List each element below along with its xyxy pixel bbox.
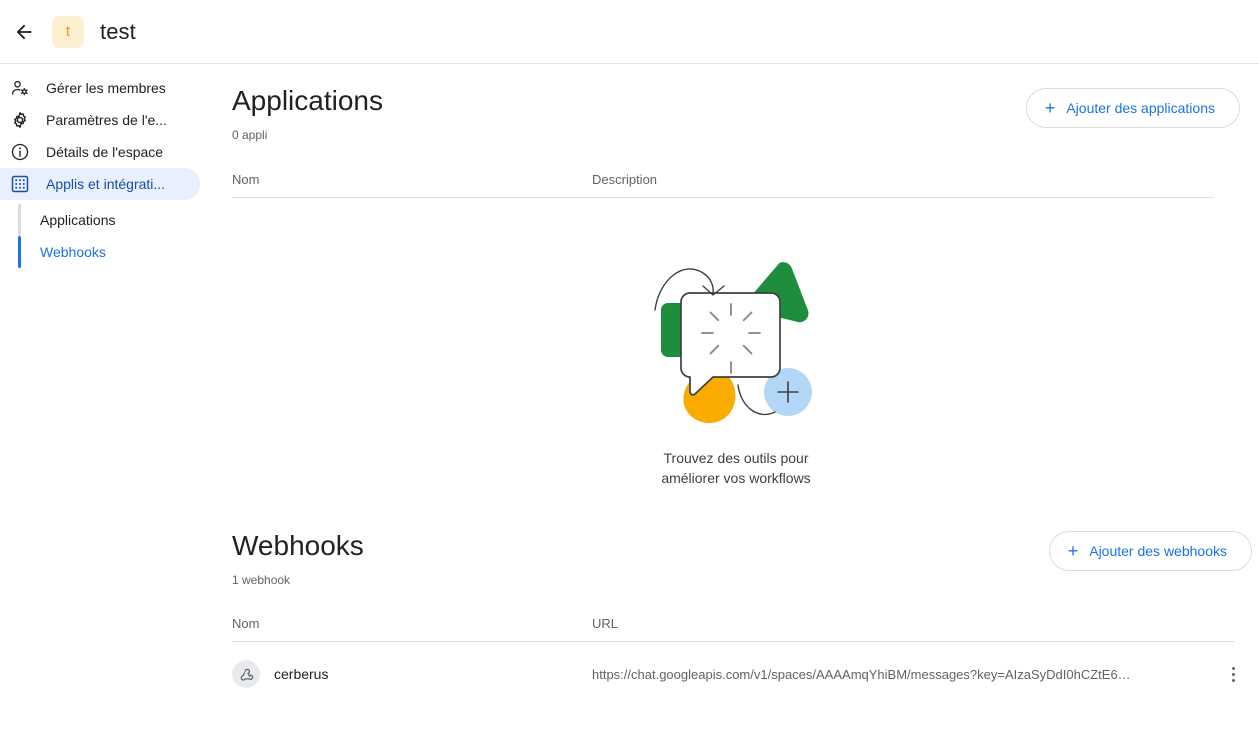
webhooks-header: Webhooks 1 webhook + Ajouter des webhook…: [232, 529, 1252, 587]
empty-caption-line-1: Trouvez des outils pour: [663, 450, 809, 466]
sidebar: Gérer les membres Paramètres de l'e... D…: [0, 64, 216, 752]
webhooks-count: 1 webhook: [232, 573, 291, 587]
column-header-description: Description: [592, 172, 658, 187]
column-header-url: URL: [592, 616, 619, 631]
webhooks-title: Webhooks: [232, 530, 364, 561]
table-row[interactable]: cerberus https://chat.googleapis.com/v1/…: [232, 648, 1252, 700]
sidebar-item-manage-members[interactable]: Gérer les membres: [0, 72, 200, 104]
applications-title: Applications: [232, 85, 383, 116]
main-content: Applications 0 appli + Ajouter des appli…: [216, 64, 1259, 752]
kebab-menu-icon[interactable]: [1221, 662, 1245, 686]
column-header-name: Nom: [232, 172, 260, 187]
sidebar-item-space-settings[interactable]: Paramètres de l'e...: [0, 104, 200, 136]
manage-accounts-icon: [10, 78, 30, 98]
applications-table-divider: [232, 197, 1214, 198]
sidebar-item-label: Applis et intégrati...: [46, 176, 166, 192]
sidebar-subitem-webhooks[interactable]: Webhooks: [0, 236, 216, 268]
arrow-left-icon: [16, 24, 32, 39]
subnav-rail-active: [18, 236, 21, 268]
back-button[interactable]: [4, 12, 44, 52]
webhook-name: cerberus: [274, 666, 329, 682]
webhook-url: https://chat.googleapis.com/v1/spaces/AA…: [592, 666, 1131, 682]
subnav-rail-inactive: [18, 204, 21, 236]
plus-icon: +: [1044, 98, 1056, 118]
sidebar-item-space-details[interactable]: Détails de l'espace: [0, 136, 200, 168]
applications-header: Applications 0 appli + Ajouter des appli…: [232, 84, 1240, 142]
add-applications-label: Ajouter des applications: [1066, 100, 1215, 116]
empty-caption-line-2: améliorer vos workflows: [661, 470, 811, 486]
workflow-tools-illustration: [654, 262, 812, 423]
applications-section: Applications 0 appli + Ajouter des appli…: [232, 84, 1240, 488]
applications-table-header: Nom Description: [232, 172, 1240, 197]
webhook-icon: [232, 660, 260, 688]
info-circle-icon: [10, 142, 30, 162]
plus-icon: +: [1067, 541, 1079, 561]
sidebar-item-apps-and-integrations[interactable]: Applis et intégrati...: [0, 168, 200, 200]
space-avatar: t: [52, 15, 84, 48]
apps-grid-icon: [10, 174, 30, 194]
avatar-letter: t: [65, 23, 71, 40]
webhooks-section: Webhooks 1 webhook + Ajouter des webhook…: [232, 529, 1252, 700]
webhooks-table-header: Nom URL: [232, 616, 1252, 641]
column-header-name: Nom: [232, 616, 260, 631]
sidebar-item-label: Détails de l'espace: [46, 144, 164, 160]
page-title: test: [100, 18, 136, 44]
subnav-item-label: Webhooks: [40, 244, 106, 260]
sidebar-item-label: Gérer les membres: [46, 80, 166, 96]
subnav-item-label: Applications: [40, 212, 116, 228]
add-webhooks-button[interactable]: + Ajouter des webhooks: [1048, 531, 1252, 571]
sidebar-subitem-applications[interactable]: Applications: [0, 204, 216, 236]
sidebar-subnav: Applications Webhooks: [0, 204, 216, 268]
applications-empty-state: Trouvez des outils pour améliorer vos wo…: [232, 240, 1240, 488]
webhooks-table-divider: [232, 641, 1235, 642]
settings-gear-icon: [10, 110, 30, 130]
top-app-bar: t test: [0, 0, 1259, 64]
add-applications-button[interactable]: + Ajouter des applications: [1025, 88, 1240, 128]
applications-count: 0 appli: [232, 128, 268, 142]
add-webhooks-label: Ajouter des webhooks: [1089, 543, 1227, 559]
applications-empty-caption: Trouvez des outils pour améliorer vos wo…: [661, 448, 810, 488]
sidebar-item-label: Paramètres de l'e...: [46, 112, 167, 128]
